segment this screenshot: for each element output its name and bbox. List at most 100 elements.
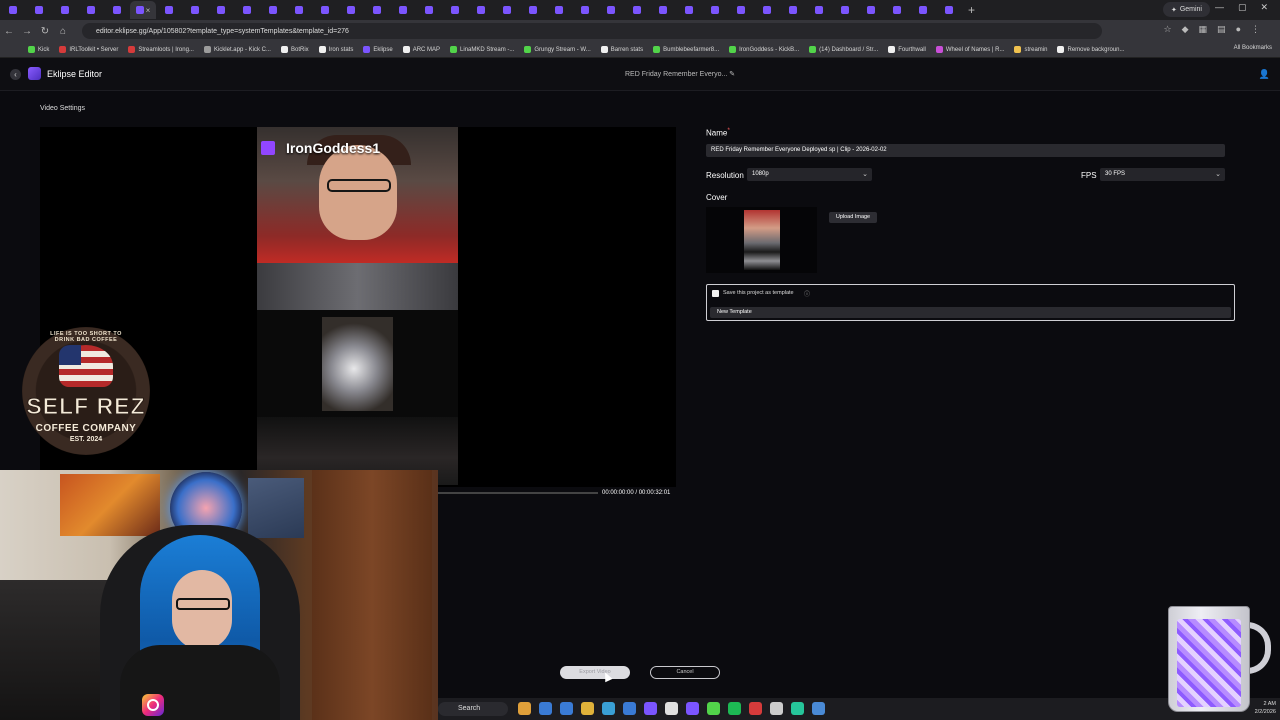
new-tab-icon[interactable]: + xyxy=(962,3,981,17)
edit-pencil-icon[interactable]: ✎ xyxy=(729,71,735,78)
taskbar-app-icon[interactable] xyxy=(581,702,594,715)
timeline-scrubber[interactable] xyxy=(438,492,598,494)
browser-tab[interactable] xyxy=(156,1,182,19)
url-field[interactable]: editor.eklipse.gg/App/105802?template_ty… xyxy=(82,23,1102,39)
extensions-puzzle-icon[interactable]: ▦ xyxy=(1199,24,1208,35)
bookmark-item[interactable]: Fourthwall xyxy=(888,46,926,53)
bookmark-item[interactable]: Kicklet.app - Kick C... xyxy=(203,46,271,53)
bookmark-item[interactable]: Kick xyxy=(28,46,49,53)
browser-tab[interactable] xyxy=(754,1,780,19)
taskbar-app-icon[interactable] xyxy=(602,702,615,715)
browser-tab[interactable] xyxy=(806,1,832,19)
fps-select[interactable]: 30 FPS ⌄ xyxy=(1100,168,1225,181)
taskbar-app-icon[interactable] xyxy=(644,702,657,715)
all-bookmarks[interactable]: All Bookmarks xyxy=(1234,45,1272,51)
browser-tab[interactable] xyxy=(26,1,52,19)
browser-tab[interactable] xyxy=(494,1,520,19)
bookmark-item[interactable]: IronGoddess - KickB... xyxy=(729,46,799,53)
browser-tab[interactable] xyxy=(286,1,312,19)
bookmark-item[interactable]: (14) Dashboard / Str... xyxy=(809,46,878,53)
bookmark-item[interactable]: Iron stats xyxy=(318,46,353,53)
browser-tab[interactable] xyxy=(260,1,286,19)
export-video-button[interactable]: Export Video xyxy=(560,666,630,679)
menu-dots-icon[interactable]: ⋮ xyxy=(1251,24,1260,35)
project-title[interactable]: RED Friday Remember Everyo... ✎ xyxy=(625,70,735,78)
browser-tab[interactable] xyxy=(182,1,208,19)
taskbar-app-icon[interactable] xyxy=(791,702,804,715)
browser-tab[interactable]: × xyxy=(130,1,156,19)
browser-tab[interactable] xyxy=(832,1,858,19)
home-icon[interactable]: ⌂ xyxy=(54,26,72,37)
bookmark-item[interactable]: Streamloots | Irong... xyxy=(128,46,194,53)
cancel-button[interactable]: Cancel xyxy=(650,666,720,679)
browser-tab[interactable] xyxy=(936,1,962,19)
bookmark-item[interactable]: LinaMKD Stream -... xyxy=(450,46,514,53)
taskbar-app-icon[interactable] xyxy=(686,702,699,715)
forward-nav-icon[interactable]: → xyxy=(18,26,36,37)
taskbar-app-icon[interactable] xyxy=(560,702,573,715)
browser-tab[interactable] xyxy=(728,1,754,19)
taskbar-app-icon[interactable] xyxy=(539,702,552,715)
bookmark-item[interactable]: Barren stats xyxy=(600,46,643,53)
browser-tab[interactable] xyxy=(650,1,676,19)
bookmark-item[interactable]: BotRix xyxy=(280,46,309,53)
browser-tab[interactable] xyxy=(780,1,806,19)
profile-icon[interactable]: ● xyxy=(1236,24,1241,35)
taskbar-app-icon[interactable] xyxy=(707,702,720,715)
back-nav-icon[interactable]: ← xyxy=(0,26,18,37)
bookmark-item[interactable]: streamin xyxy=(1014,46,1047,53)
browser-tab[interactable] xyxy=(520,1,546,19)
taskbar-app-icon[interactable] xyxy=(728,702,741,715)
browser-tab[interactable] xyxy=(572,1,598,19)
taskbar-clock[interactable]: 2 AM 2/2/2026 xyxy=(1255,700,1276,716)
browser-tab[interactable] xyxy=(0,1,26,19)
browser-tab[interactable] xyxy=(52,1,78,19)
taskbar-app-icon[interactable] xyxy=(770,702,783,715)
bookmark-item[interactable]: Bumblebeefarmer8... xyxy=(653,46,719,53)
browser-tab[interactable] xyxy=(338,1,364,19)
browser-tab[interactable] xyxy=(390,1,416,19)
user-icon[interactable]: 👤 xyxy=(1259,69,1270,80)
browser-tab[interactable] xyxy=(312,1,338,19)
upload-image-button[interactable]: Upload Image xyxy=(829,212,877,223)
back-arrow-icon[interactable]: ‹ xyxy=(10,69,21,80)
bookmark-item[interactable]: Eklipse xyxy=(363,46,393,53)
browser-tab[interactable] xyxy=(442,1,468,19)
taskbar-app-icon[interactable] xyxy=(518,702,531,715)
info-icon[interactable]: ⓘ xyxy=(804,289,810,298)
browser-tab[interactable] xyxy=(546,1,572,19)
browser-tab[interactable] xyxy=(884,1,910,19)
browser-tab[interactable] xyxy=(78,1,104,19)
browser-tab[interactable] xyxy=(702,1,728,19)
reload-icon[interactable]: ↻ xyxy=(36,26,54,37)
browser-tab[interactable] xyxy=(104,1,130,19)
taskbar-app-icon[interactable] xyxy=(623,702,636,715)
browser-tab[interactable] xyxy=(468,1,494,19)
taskbar-app-icon[interactable] xyxy=(665,702,678,715)
bookmark-star-icon[interactable]: ☆ xyxy=(1164,24,1172,35)
cover-preview[interactable] xyxy=(706,207,817,273)
name-field[interactable]: RED Friday Remember Everyone Deployed sp… xyxy=(706,144,1225,157)
template-name-field[interactable]: New Template xyxy=(710,307,1231,318)
maximize-icon[interactable]: ▢ xyxy=(1238,2,1247,13)
minimize-icon[interactable]: — xyxy=(1215,2,1224,13)
bookmark-item[interactable]: Wheel of Names | R... xyxy=(935,46,1004,53)
browser-tab[interactable] xyxy=(624,1,650,19)
taskbar-search[interactable]: Search xyxy=(438,702,508,716)
extension-icon[interactable]: ◆ xyxy=(1182,24,1189,35)
browser-tab[interactable] xyxy=(598,1,624,19)
browser-tab[interactable] xyxy=(676,1,702,19)
taskbar-app-icon[interactable] xyxy=(812,702,825,715)
close-window-icon[interactable]: ✕ xyxy=(1260,2,1268,13)
gemini-button[interactable]: ✦ Gemini xyxy=(1162,2,1210,17)
bookmark-item[interactable]: Remove backgroun... xyxy=(1057,46,1125,53)
browser-tab[interactable] xyxy=(234,1,260,19)
browser-tab[interactable] xyxy=(416,1,442,19)
bookmark-item[interactable]: ARC MAP xyxy=(402,46,440,53)
sidebar-icon[interactable]: ▤ xyxy=(1217,24,1226,35)
browser-tab[interactable] xyxy=(208,1,234,19)
browser-tab[interactable] xyxy=(910,1,936,19)
save-template-checkbox[interactable] xyxy=(712,290,719,297)
close-tab-icon[interactable]: × xyxy=(146,6,151,15)
resolution-select[interactable]: 1080p ⌄ xyxy=(747,168,872,181)
